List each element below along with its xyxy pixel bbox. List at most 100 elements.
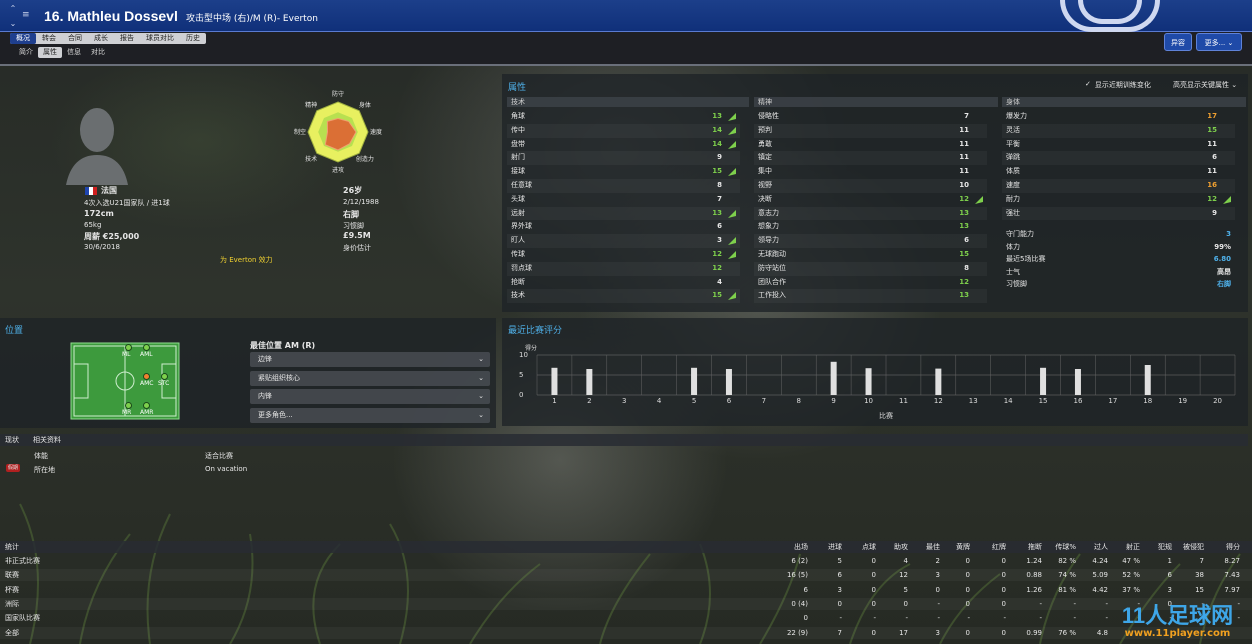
stats-cell: 0: [871, 557, 876, 565]
show-changes-toggle[interactable]: ✓ 显示近期训练变化: [1085, 80, 1151, 90]
subtab-2[interactable]: 信息: [62, 47, 86, 58]
location-label: 所在地: [34, 466, 55, 474]
role-dropdown[interactable]: 内锋 ⌄: [250, 389, 490, 404]
stats-col-header[interactable]: 过人: [1094, 541, 1108, 553]
stats-cell: -: [1039, 614, 1042, 623]
tab-1[interactable]: 转会: [36, 33, 62, 44]
tab-5[interactable]: 球员对比: [140, 33, 180, 44]
chevron-down-icon: ⌄: [478, 392, 484, 400]
subtab-3[interactable]: 对比: [86, 47, 110, 58]
stats-col-header[interactable]: 拖断: [1028, 541, 1042, 553]
site-watermark: 11人足球网 www.11player.com: [1105, 604, 1250, 642]
x-tick-label: 17: [1108, 397, 1117, 405]
attribute-value: 13: [959, 222, 969, 231]
tab-related[interactable]: 相关资料: [33, 435, 61, 445]
rating-bar: [691, 367, 698, 395]
stats-col-header[interactable]: 得分: [1226, 541, 1240, 553]
stats-row-label: 全部: [5, 628, 19, 637]
attribute-value: 3: [717, 236, 722, 245]
role-dropdown[interactable]: 紧贴组织核心 ⌄: [250, 370, 490, 386]
trend-up-icon: [728, 140, 736, 149]
attribute-row: 抢断 4: [507, 276, 740, 290]
stats-col-header[interactable]: 传球%: [1055, 541, 1076, 553]
stats-col-header[interactable]: 射正: [1126, 541, 1140, 553]
position-label: AMC: [140, 380, 154, 387]
attribute-value: 11: [1207, 167, 1217, 176]
stats-col-header[interactable]: 红牌: [992, 541, 1006, 553]
rating-bar: [1144, 365, 1151, 395]
rating-bar: [935, 368, 942, 395]
stats-cell: 3: [837, 585, 842, 594]
attribute-name: 头球: [511, 194, 525, 203]
x-tick-label: 3: [622, 397, 626, 405]
stats-cell: 81 %: [1058, 585, 1076, 594]
value-label: 身价估计: [343, 244, 371, 252]
stats-col-header[interactable]: 出场: [794, 541, 808, 553]
stats-col-header[interactable]: 黄牌: [956, 541, 970, 553]
attribute-name: 领导力: [758, 236, 779, 245]
attribute-name: 灵活: [1006, 125, 1020, 134]
stats-col-header[interactable]: 被侵犯: [1183, 541, 1204, 553]
attribute-row: 盘带 14: [507, 138, 740, 152]
attribute-value: 14: [712, 139, 722, 148]
trend-up-icon: [728, 113, 736, 121]
attribute-row: 弹跳 6: [1002, 151, 1235, 166]
x-tick-label: 9: [831, 397, 835, 405]
height: 172cm: [84, 209, 114, 218]
stats-cell: 3: [935, 571, 940, 580]
stats-cell: 82 %: [1058, 557, 1076, 565]
stats-cell: -: [873, 614, 876, 623]
attribute-name: 防守站位: [758, 263, 786, 272]
more-button[interactable]: 更多... ⌄: [1196, 33, 1242, 51]
attribute-value: 9: [1212, 208, 1217, 217]
stats-cell: 3: [935, 628, 940, 637]
menu-icon[interactable]: ≡: [22, 10, 30, 20]
role-dropdown[interactable]: 边锋 ⌄: [250, 352, 490, 367]
stats-col-header[interactable]: 犯规: [1158, 541, 1172, 553]
attribute-value: 11: [959, 125, 969, 134]
tab-4[interactable]: 报告: [114, 33, 140, 44]
attribute-name: 预判: [758, 125, 772, 134]
attribute-row: 爆发力 17: [1002, 110, 1235, 124]
stats-col-header[interactable]: 助攻: [894, 541, 908, 553]
chevron-up-icon[interactable]: ⌃: [10, 4, 17, 13]
tab-3[interactable]: 成长: [88, 33, 114, 44]
show-changes-label: 显示近期训练变化: [1094, 81, 1151, 89]
offer-button[interactable]: 异容: [1164, 33, 1192, 51]
stats-cell: 12: [899, 571, 908, 580]
highlight-key-attrs-dropdown[interactable]: 高亮显示关键属性 ⌄: [1173, 80, 1237, 90]
stats-cell: 7: [1199, 557, 1204, 565]
stats-cell: 0: [871, 599, 876, 608]
stats-cell: 0: [903, 599, 908, 608]
subtab-1[interactable]: 属性: [38, 47, 62, 58]
attribute-name: 工作投入: [758, 291, 786, 300]
stats-col-header[interactable]: 最佳: [926, 541, 940, 553]
radar-label: 进攻: [332, 166, 344, 174]
stats-row: 洲际 0 (4) 0 0 0-0 0- - - -0- -: [0, 597, 1252, 610]
attribute-name: 盯人: [511, 236, 525, 245]
rating-bar: [830, 361, 837, 395]
tab-2[interactable]: 合同: [62, 33, 88, 44]
role-dropdown-label: 紧贴组织核心: [258, 373, 300, 382]
attribute-row: 视野 10: [754, 179, 987, 193]
player-nav-arrows[interactable]: ⌃ ⌄: [6, 4, 20, 28]
role-dropdown[interactable]: 更多角色... ⌄: [250, 407, 490, 423]
stats-cell: -: [1003, 614, 1006, 623]
attribute-value: 7: [717, 194, 722, 203]
subtab-0[interactable]: 简介: [14, 47, 38, 58]
stats-col-header[interactable]: 点球: [862, 541, 876, 553]
stats-cell: 76 %: [1058, 628, 1076, 637]
attribute-value: 12: [712, 263, 722, 272]
france-flag-icon: [85, 186, 97, 195]
tab-0[interactable]: 概况: [10, 33, 36, 44]
stats-row: 全部 22 (9) 7 0 17 3 0 0 0.99 76 % 4.8: [0, 626, 1252, 639]
chevron-down-icon[interactable]: ⌄: [10, 19, 17, 28]
attribute-name: 弹跳: [1006, 153, 1020, 162]
tab-6[interactable]: 历史: [180, 33, 206, 44]
x-tick-label: 8: [797, 397, 801, 405]
stats-cell: 47 %: [1122, 557, 1140, 565]
radar-label: 身体: [359, 101, 371, 109]
club-note: 为 Everton 效力: [220, 256, 273, 264]
stats-col-header[interactable]: 进球: [828, 541, 842, 553]
tab-status[interactable]: 现状: [5, 435, 19, 445]
